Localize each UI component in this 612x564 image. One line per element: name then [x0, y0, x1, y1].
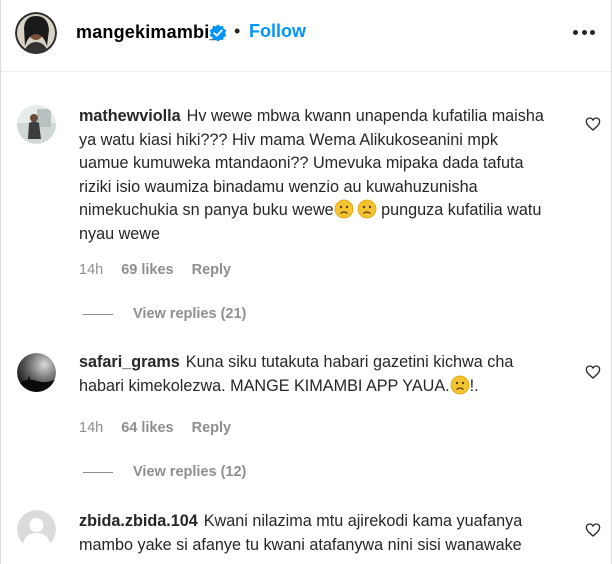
comment-username[interactable]: zbida.zbida.104: [79, 512, 198, 530]
comment-username[interactable]: safari_grams: [79, 353, 180, 371]
author-username[interactable]: mangekimambi_: [76, 22, 220, 43]
comment-username[interactable]: mathewviolla: [79, 107, 181, 125]
more-options-icon[interactable]: [573, 30, 595, 36]
comment-body: zbida.zbida.104 Kwani nilazima mtu ajirek…: [79, 510, 549, 557]
sad-face-emoji-icon: [450, 375, 470, 395]
replies-divider: [83, 313, 113, 315]
commenter-avatar[interactable]: [17, 105, 56, 144]
comment-meta: 14h 69 likes Reply: [79, 262, 231, 278]
comment-text-cont: !.: [469, 376, 479, 395]
post-comments-panel: mangekimambi_ • Follow mathewviolla Hv we…: [0, 0, 612, 564]
comment-time: 14h: [79, 420, 104, 436]
comment-body: safari_grams Kuna siku tutakuta habari ga…: [79, 351, 549, 398]
comment-meta: 14h 64 likes Reply: [79, 420, 231, 436]
commenter-avatar[interactable]: [17, 353, 56, 392]
view-replies-button[interactable]: View replies (12): [83, 464, 246, 480]
verified-badge-icon: [209, 24, 227, 42]
separator-dot: •: [234, 21, 241, 41]
replies-divider: [83, 471, 113, 473]
reply-button[interactable]: Reply: [192, 262, 232, 278]
like-heart-icon[interactable]: [585, 364, 601, 380]
reply-button[interactable]: Reply: [192, 420, 232, 436]
sad-face-emoji-icon: [357, 199, 377, 219]
view-replies-label: View replies (12): [133, 464, 247, 480]
author-avatar[interactable]: [15, 12, 57, 54]
comment-likes[interactable]: 69 likes: [121, 262, 173, 278]
view-replies-label: View replies (21): [133, 306, 247, 322]
follow-button[interactable]: Follow: [249, 21, 306, 42]
comment-likes[interactable]: 64 likes: [121, 420, 173, 436]
post-header: mangekimambi_ • Follow: [1, 0, 611, 72]
comment-body: mathewviolla Hv wewe mbwa kwann unapenda …: [79, 105, 549, 246]
like-heart-icon[interactable]: [585, 116, 601, 132]
commenter-avatar[interactable]: [17, 510, 56, 549]
comment-time: 14h: [79, 262, 104, 278]
like-heart-icon[interactable]: [585, 522, 601, 538]
sad-face-emoji-icon: [334, 199, 354, 219]
view-replies-button[interactable]: View replies (21): [83, 306, 246, 322]
